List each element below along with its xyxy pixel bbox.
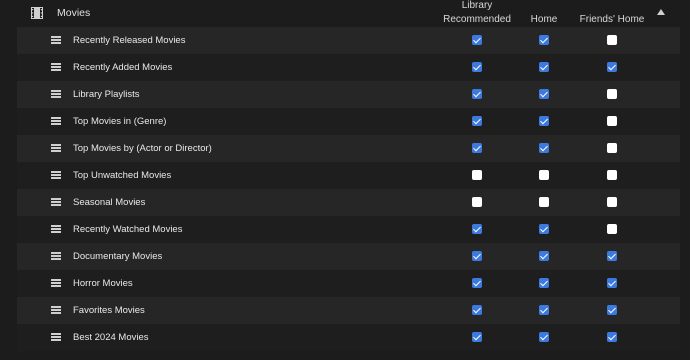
friends-home-checkbox[interactable] (607, 224, 617, 234)
library-recommended-checkbox[interactable] (472, 143, 482, 153)
list-item[interactable]: Top Unwatched Movies (17, 162, 680, 189)
home-checkbox[interactable] (539, 89, 549, 99)
home-checkbox[interactable] (539, 332, 549, 342)
table-header: Movies Library Recommended Home Friends'… (0, 0, 690, 27)
drag-handle-icon[interactable] (51, 117, 61, 125)
library-recommended-checkbox[interactable] (472, 305, 482, 315)
library-recommended-checkbox[interactable] (472, 332, 482, 342)
column-header-library-recommended[interactable]: Library Recommended (437, 0, 517, 27)
drag-handle-icon[interactable] (51, 252, 61, 260)
friends-home-checkbox[interactable] (607, 116, 617, 126)
list-item-label: Top Unwatched Movies (73, 170, 172, 181)
list-item-label: Top Movies by (Actor or Director) (73, 143, 212, 154)
list-item-label: Documentary Movies (73, 251, 163, 262)
friends-home-checkbox[interactable] (607, 89, 617, 99)
friends-home-checkbox[interactable] (607, 35, 617, 45)
column-header-library-line2: Recommended (443, 14, 511, 25)
list-item-label: Favorites Movies (73, 305, 145, 316)
column-header-friends-home[interactable]: Friends' Home (574, 13, 650, 27)
caret-up-icon[interactable] (657, 9, 665, 15)
list-item[interactable]: Favorites Movies (17, 297, 680, 324)
library-recommended-checkbox[interactable] (472, 116, 482, 126)
section-title: Movies (57, 7, 91, 19)
home-checkbox[interactable] (539, 278, 549, 288)
drag-handle-icon[interactable] (51, 279, 61, 287)
home-checkbox[interactable] (539, 62, 549, 72)
friends-home-checkbox[interactable] (607, 251, 617, 261)
list-item-label: Recently Released Movies (73, 35, 186, 46)
list-item[interactable]: Recently Added Movies (17, 54, 680, 81)
drag-handle-icon[interactable] (51, 36, 61, 44)
drag-handle-icon[interactable] (51, 225, 61, 233)
friends-home-checkbox[interactable] (607, 170, 617, 180)
list-item-label: Recently Added Movies (73, 62, 173, 73)
drag-handle-icon[interactable] (51, 63, 61, 71)
drag-handle-icon[interactable] (51, 306, 61, 314)
list-item[interactable]: Best 2024 Movies (17, 324, 680, 351)
friends-home-checkbox[interactable] (607, 143, 617, 153)
list-item[interactable]: Seasonal Movies (17, 189, 680, 216)
list-item[interactable]: Recently Watched Movies (17, 216, 680, 243)
library-recommended-checkbox[interactable] (472, 251, 482, 261)
film-icon (31, 7, 43, 19)
list-item-label: Top Movies in (Genre) (73, 116, 167, 127)
list-item[interactable]: Library Playlists (17, 81, 680, 108)
library-recommended-checkbox[interactable] (472, 170, 482, 180)
list-item-label: Recently Watched Movies (73, 224, 183, 235)
list-item-label: Horror Movies (73, 278, 133, 289)
list-item-label: Library Playlists (73, 89, 140, 100)
list-item[interactable]: Top Movies by (Actor or Director) (17, 135, 680, 162)
library-recommended-checkbox[interactable] (472, 89, 482, 99)
home-checkbox[interactable] (539, 116, 549, 126)
drag-handle-icon[interactable] (51, 144, 61, 152)
library-recommended-checkbox[interactable] (472, 197, 482, 207)
home-checkbox[interactable] (539, 35, 549, 45)
library-recommended-checkbox[interactable] (472, 62, 482, 72)
home-checkbox[interactable] (539, 170, 549, 180)
column-header-home[interactable]: Home (514, 13, 574, 27)
home-checkbox[interactable] (539, 251, 549, 261)
list-item[interactable]: Recently Released Movies (17, 27, 680, 54)
friends-home-checkbox[interactable] (607, 278, 617, 288)
friends-home-checkbox[interactable] (607, 305, 617, 315)
list-item[interactable]: Documentary Movies (17, 243, 680, 270)
drag-handle-icon[interactable] (51, 333, 61, 341)
library-recommended-checkbox[interactable] (472, 35, 482, 45)
drag-handle-icon[interactable] (51, 90, 61, 98)
home-checkbox[interactable] (539, 143, 549, 153)
list-item[interactable]: Top Movies in (Genre) (17, 108, 680, 135)
friends-home-checkbox[interactable] (607, 197, 617, 207)
home-checkbox[interactable] (539, 224, 549, 234)
friends-home-checkbox[interactable] (607, 62, 617, 72)
home-checkbox[interactable] (539, 197, 549, 207)
library-recommended-checkbox[interactable] (472, 278, 482, 288)
drag-handle-icon[interactable] (51, 171, 61, 179)
library-recommended-checkbox[interactable] (472, 224, 482, 234)
friends-home-checkbox[interactable] (607, 332, 617, 342)
list-item-label: Seasonal Movies (73, 197, 146, 208)
hub-visibility-panel: Movies Library Recommended Home Friends'… (0, 0, 690, 360)
drag-handle-icon[interactable] (51, 198, 61, 206)
list-item[interactable]: Horror Movies (17, 270, 680, 297)
column-header-library-line1: Library (461, 0, 493, 11)
list-item-label: Best 2024 Movies (73, 332, 149, 343)
home-checkbox[interactable] (539, 305, 549, 315)
